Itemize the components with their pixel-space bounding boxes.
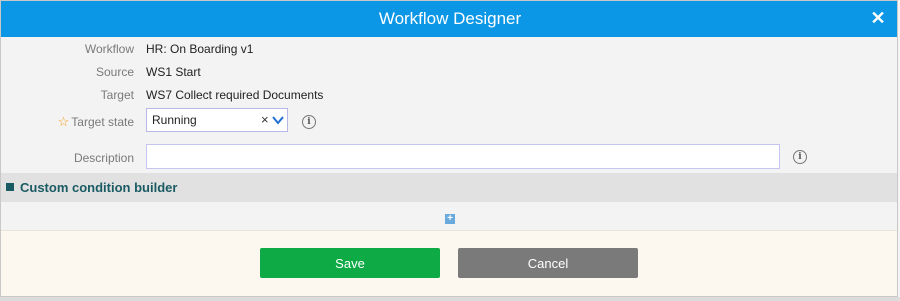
workflow-designer-dialog: Workflow Designer ✕ Workflow HR: On Boar… xyxy=(0,0,898,297)
dialog-titlebar: Workflow Designer ✕ xyxy=(1,1,897,37)
description-input[interactable] xyxy=(146,144,780,169)
close-icon[interactable]: ✕ xyxy=(869,8,887,28)
custom-condition-builder-section[interactable]: Custom condition builder xyxy=(1,173,897,202)
section-title: Custom condition builder xyxy=(20,180,178,195)
workflow-label: Workflow xyxy=(84,42,134,56)
source-label: Source xyxy=(95,65,134,79)
dialog-title: Workflow Designer xyxy=(378,9,522,28)
target-state-value: Running xyxy=(152,113,197,127)
section-bullet-icon xyxy=(6,183,14,191)
description-label: Description xyxy=(73,151,134,165)
star-icon: ☆ xyxy=(57,114,70,129)
clear-icon[interactable]: × xyxy=(261,109,269,131)
info-icon[interactable]: i xyxy=(793,150,807,164)
target-state-select[interactable]: Running × xyxy=(146,108,288,132)
background-page xyxy=(0,297,900,301)
chevron-down-icon[interactable] xyxy=(271,113,285,127)
target-state-label: Target state xyxy=(71,115,134,129)
target-label: Target xyxy=(100,88,134,102)
save-button[interactable]: Save xyxy=(260,248,440,278)
target-state-label-wrap: ☆ Target state xyxy=(58,114,134,130)
info-icon[interactable]: i xyxy=(302,115,316,129)
dialog-footer: Save Cancel xyxy=(1,230,897,296)
cancel-button[interactable]: Cancel xyxy=(458,248,638,278)
workflow-value: HR: On Boarding v1 xyxy=(146,42,254,56)
add-icon[interactable]: + xyxy=(445,214,455,224)
source-value: WS1 Start xyxy=(146,65,201,79)
target-value: WS7 Collect required Documents xyxy=(146,88,324,102)
